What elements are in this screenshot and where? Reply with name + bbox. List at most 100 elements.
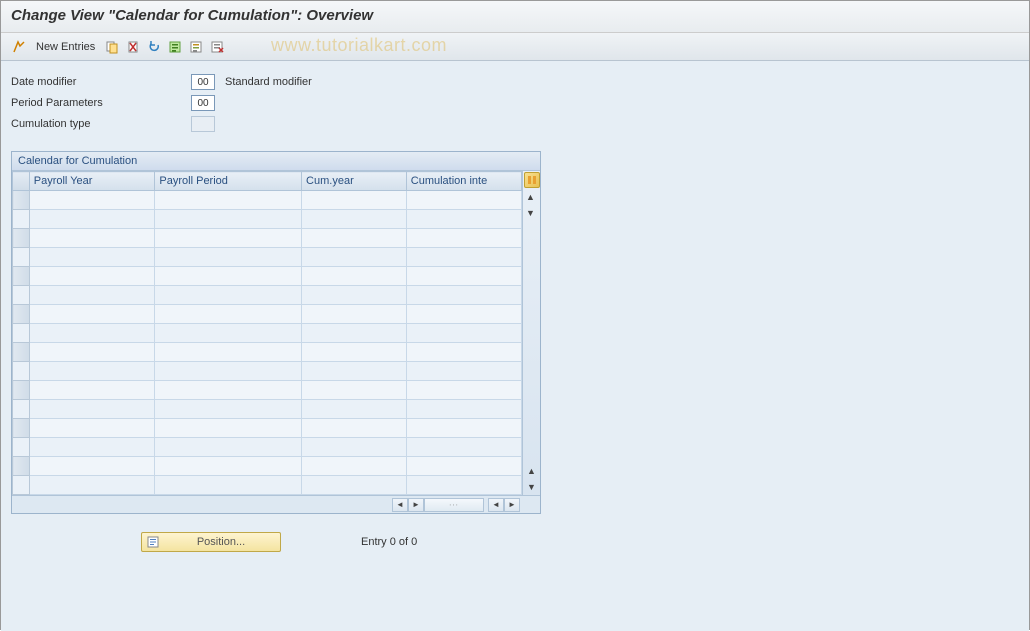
scroll-left-icon[interactable]: ◄ <box>392 498 408 512</box>
table-cell[interactable] <box>302 438 407 457</box>
row-selector[interactable] <box>13 305 30 324</box>
table-cell[interactable] <box>302 343 407 362</box>
row-selector[interactable] <box>13 229 30 248</box>
table-cell[interactable] <box>29 286 155 305</box>
table-cell[interactable] <box>302 305 407 324</box>
scroll-up-bottom-icon[interactable]: ▲ <box>524 463 540 479</box>
table-cell[interactable] <box>406 362 521 381</box>
table-cell[interactable] <box>406 324 521 343</box>
period-params-field[interactable] <box>191 95 215 111</box>
table-cell[interactable] <box>155 324 302 343</box>
table-row[interactable] <box>13 229 522 248</box>
table-cell[interactable] <box>155 210 302 229</box>
table-cell[interactable] <box>155 267 302 286</box>
table-cell[interactable] <box>302 191 407 210</box>
deselect-all-icon[interactable] <box>207 37 227 57</box>
table-row[interactable] <box>13 381 522 400</box>
table-cell[interactable] <box>406 229 521 248</box>
table-cell[interactable] <box>302 476 407 495</box>
scroll-down-bottom-icon[interactable]: ▼ <box>524 479 540 495</box>
table-row[interactable] <box>13 191 522 210</box>
table-cell[interactable] <box>302 400 407 419</box>
delete-icon[interactable] <box>123 37 143 57</box>
table-row[interactable] <box>13 286 522 305</box>
table-cell[interactable] <box>406 305 521 324</box>
table-cell[interactable] <box>406 419 521 438</box>
row-selector[interactable] <box>13 248 30 267</box>
cumulation-type-field[interactable] <box>191 116 215 132</box>
table-cell[interactable] <box>29 400 155 419</box>
table-cell[interactable] <box>29 343 155 362</box>
table-cell[interactable] <box>155 438 302 457</box>
table-row[interactable] <box>13 210 522 229</box>
row-selector[interactable] <box>13 362 30 381</box>
table-cell[interactable] <box>406 191 521 210</box>
table-row[interactable] <box>13 419 522 438</box>
table-cell[interactable] <box>302 229 407 248</box>
table-cell[interactable] <box>302 267 407 286</box>
table-cell[interactable] <box>302 248 407 267</box>
table-cell[interactable] <box>155 362 302 381</box>
col-cum-year[interactable]: Cum.year <box>302 172 407 191</box>
table-cell[interactable] <box>155 419 302 438</box>
table-cell[interactable] <box>302 419 407 438</box>
row-selector[interactable] <box>13 343 30 362</box>
table-row[interactable] <box>13 324 522 343</box>
table-cell[interactable] <box>29 324 155 343</box>
table-cell[interactable] <box>406 457 521 476</box>
table-cell[interactable] <box>155 343 302 362</box>
table-cell[interactable] <box>29 305 155 324</box>
table-cell[interactable] <box>406 286 521 305</box>
table-row[interactable] <box>13 362 522 381</box>
table-cell[interactable] <box>29 457 155 476</box>
row-selector[interactable] <box>13 457 30 476</box>
select-all-icon[interactable] <box>165 37 185 57</box>
table-cell[interactable] <box>302 286 407 305</box>
row-selector[interactable] <box>13 438 30 457</box>
table-cell[interactable] <box>302 457 407 476</box>
table-cell[interactable] <box>406 476 521 495</box>
table-cell[interactable] <box>406 267 521 286</box>
row-selector[interactable] <box>13 191 30 210</box>
table-cell[interactable] <box>155 476 302 495</box>
scroll-left-end-icon[interactable]: ◄ <box>488 498 504 512</box>
table-row[interactable] <box>13 343 522 362</box>
col-payroll-year[interactable]: Payroll Year <box>29 172 155 191</box>
table-cell[interactable] <box>29 381 155 400</box>
table-cell[interactable] <box>29 419 155 438</box>
table-cell[interactable] <box>302 324 407 343</box>
table-cell[interactable] <box>29 229 155 248</box>
row-selector[interactable] <box>13 400 30 419</box>
configure-columns-icon[interactable] <box>524 172 540 188</box>
scroll-right-icon[interactable]: ► <box>408 498 424 512</box>
table-cell[interactable] <box>29 476 155 495</box>
table-cell[interactable] <box>406 438 521 457</box>
new-entries-button[interactable]: New Entries <box>30 41 101 53</box>
table-cell[interactable] <box>29 438 155 457</box>
table-row[interactable] <box>13 457 522 476</box>
row-selector[interactable] <box>13 210 30 229</box>
table-cell[interactable] <box>406 343 521 362</box>
date-modifier-field[interactable] <box>191 74 215 90</box>
copy-icon[interactable] <box>102 37 122 57</box>
vertical-scrollbar[interactable]: ▲ ▼ ▲ ▼ <box>522 171 540 495</box>
table-cell[interactable] <box>155 457 302 476</box>
table-row[interactable] <box>13 248 522 267</box>
table-cell[interactable] <box>302 210 407 229</box>
table-cell[interactable] <box>155 381 302 400</box>
row-selector[interactable] <box>13 324 30 343</box>
table-cell[interactable] <box>29 210 155 229</box>
table-row[interactable] <box>13 305 522 324</box>
scroll-up-icon[interactable]: ▲ <box>523 189 539 205</box>
table-row[interactable] <box>13 400 522 419</box>
row-selector[interactable] <box>13 476 30 495</box>
table-cell[interactable] <box>29 248 155 267</box>
table-cell[interactable] <box>406 381 521 400</box>
table-cell[interactable] <box>29 362 155 381</box>
table-cell[interactable] <box>155 286 302 305</box>
select-block-icon[interactable] <box>186 37 206 57</box>
row-selector[interactable] <box>13 381 30 400</box>
table-cell[interactable] <box>406 248 521 267</box>
table-cell[interactable] <box>155 305 302 324</box>
scroll-right-end-icon[interactable]: ► <box>504 498 520 512</box>
